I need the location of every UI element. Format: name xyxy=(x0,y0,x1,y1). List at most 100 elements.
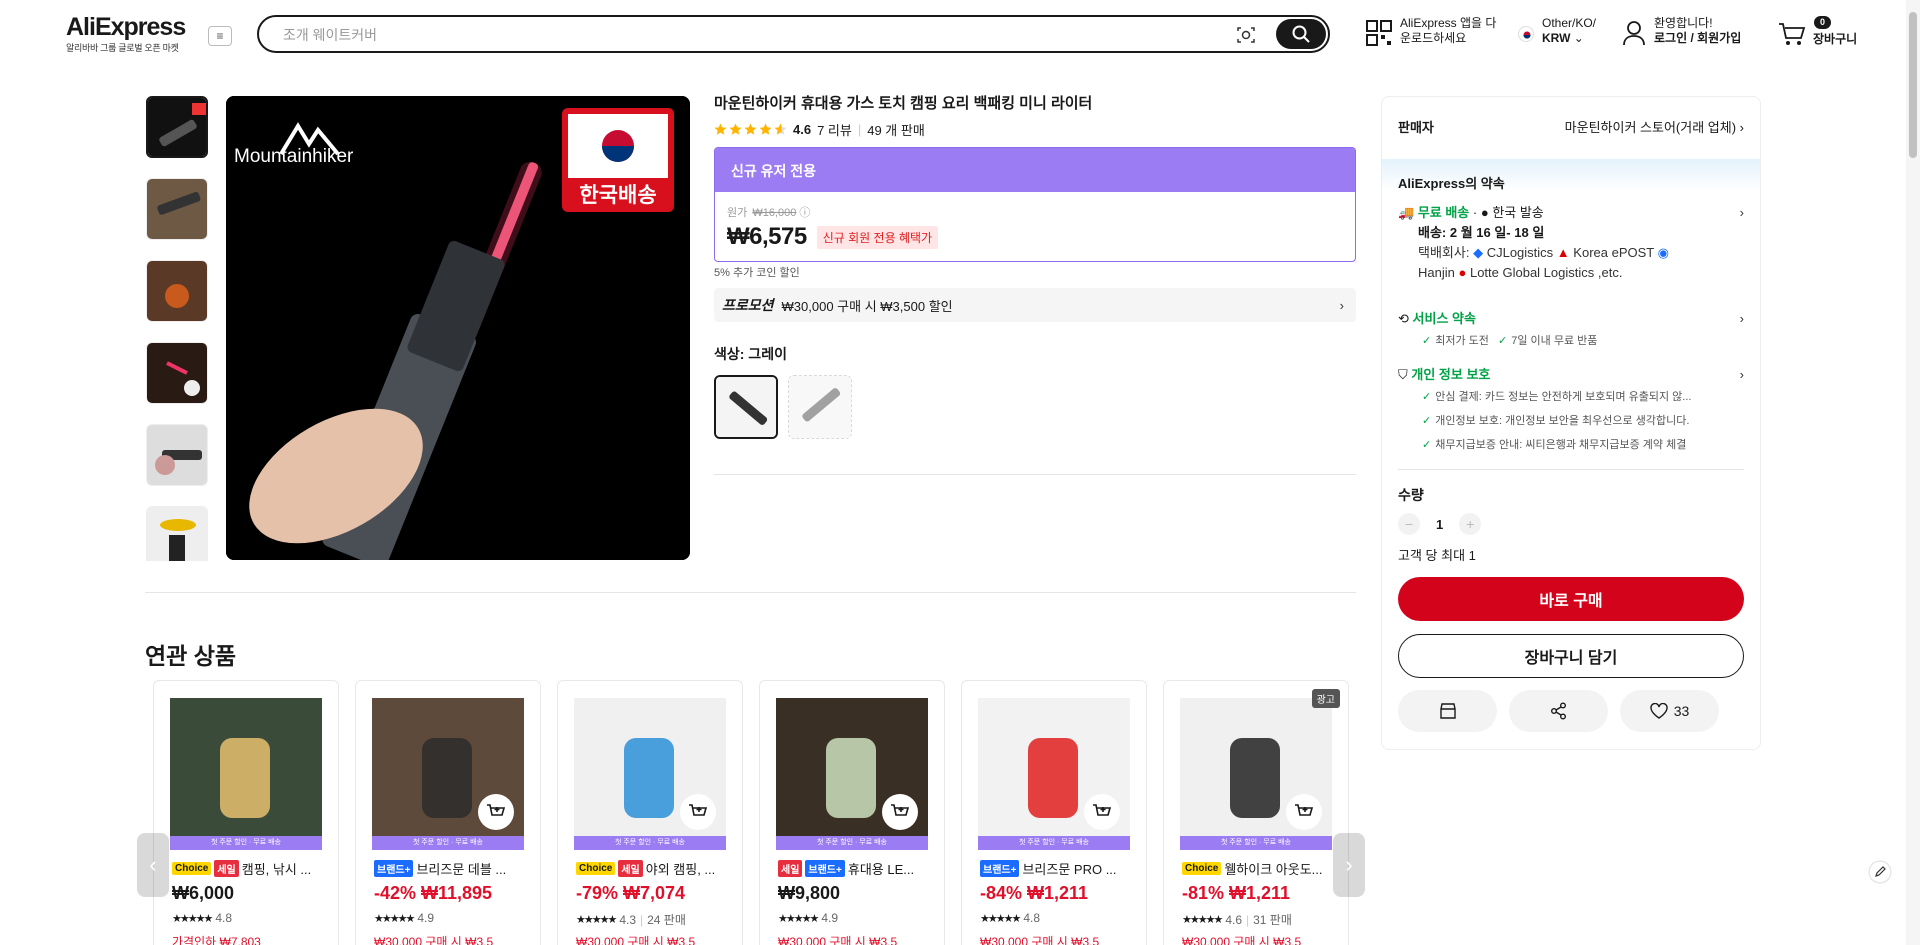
menu-icon[interactable]: ≡ xyxy=(208,26,232,46)
search-icon xyxy=(1292,25,1310,43)
card-price: -81% ₩1,211 xyxy=(1182,883,1291,903)
thumbnail-2[interactable] xyxy=(146,178,208,240)
deal-banner: 신규 유저 전용 xyxy=(715,148,1355,192)
privacy-section[interactable]: ⛉ 개인 정보 보호 › ✓ 안심 결제: 카드 정보는 안전하게 보호되며 유출되… xyxy=(1398,365,1744,457)
delivery-date: 배송: 2 월 16 일- 18 일 xyxy=(1418,225,1545,240)
badge: Choice xyxy=(576,862,616,875)
quantity-value[interactable]: 1 xyxy=(1436,517,1443,532)
cart-label: 장바구니 xyxy=(1813,32,1858,46)
product-card-image[interactable]: 첫 주문 할인 · 무료 배송 xyxy=(978,698,1130,850)
review-count[interactable]: 7 리뷰 xyxy=(817,120,852,139)
card-rating-value: 4.6 xyxy=(1225,912,1242,927)
card-rating: ★★★★★ 4.3 | 24 판매 xyxy=(576,912,686,928)
star-icon xyxy=(774,123,787,135)
add-to-cart-icon[interactable] xyxy=(1084,794,1120,830)
logo-text: AliExpress xyxy=(66,13,186,41)
promotion-row[interactable]: 프로모션 ₩30,000 구매 시 ₩3,500 할인 › xyxy=(714,288,1356,322)
rating-value: 4.6 xyxy=(793,122,812,137)
aliexpress-logo[interactable]: AliExpress 알리바바 그룹 글로벌 오픈 마켓 xyxy=(66,13,186,54)
cart-count-badge: 0 xyxy=(1814,16,1832,29)
original-label: 원가 xyxy=(727,207,748,219)
share-button[interactable] xyxy=(1509,690,1608,732)
color-option-gray[interactable] xyxy=(714,375,778,439)
login-link[interactable]: 로그인 / 회원가입 xyxy=(1654,31,1741,45)
service-section[interactable]: ⟲ 서비스 약속 › ✓ 최저가 도전 ✓ 7일 이내 무료 반품 xyxy=(1398,309,1744,353)
buy-now-button[interactable]: 바로 구매 xyxy=(1398,577,1744,621)
add-to-cart-icon[interactable] xyxy=(478,794,514,830)
purchase-panel: 판매자 마운틴하이커 스토어(거래 업체) › AliExpress의 약속 🚚… xyxy=(1381,96,1761,750)
card-promo: ₩30,000 구매 시 ₩3,5 xyxy=(980,935,1100,945)
wishlist-button[interactable]: 33 xyxy=(1620,690,1719,732)
add-to-cart-icon[interactable] xyxy=(680,794,716,830)
card-rating-value: 4.8 xyxy=(1023,911,1040,925)
original-price-row: 원가 ₩16,000 ⓘ xyxy=(727,204,1343,220)
card-promo: 가격인하 ₩7,803 xyxy=(172,935,261,945)
thumbnail-6[interactable] xyxy=(146,506,208,561)
product-card-image[interactable]: 첫 주문 할인 · 무료 배송 xyxy=(372,698,524,850)
chevron-right-icon: › xyxy=(1739,311,1744,326)
edit-icon[interactable] xyxy=(1868,860,1892,884)
seller-row[interactable]: 판매자 마운틴하이커 스토어(거래 업체) › xyxy=(1382,97,1760,159)
store-button[interactable] xyxy=(1398,690,1497,732)
color-swatches xyxy=(714,375,1356,439)
carrier-hanjin: Hanjin xyxy=(1418,265,1455,280)
scrollbar[interactable] xyxy=(1906,0,1920,945)
card-rating: ★★★★★ 4.8 xyxy=(980,911,1040,925)
thumbnail-4[interactable] xyxy=(146,342,208,404)
privacy-item-3: 채무지급보증 안내: 씨티은행과 채무지급보증 계약 체결 xyxy=(1435,439,1687,451)
card-rating-value: 4.3 xyxy=(619,912,636,927)
thumbnail-3[interactable] xyxy=(146,260,208,322)
promise-title: AliExpress의 약속 xyxy=(1398,176,1505,191)
card-name: 브리즈문 데블 ... xyxy=(416,862,507,877)
product-card[interactable]: 첫 주문 할인 · 무료 배송 브랜드+ 브리즈문 데블 ... -42% ₩11,8… xyxy=(355,680,541,945)
product-card[interactable]: 첫 주문 할인 · 무료 배송 브랜드+ 브리즈문 PRO ... -84% ₩1,2… xyxy=(961,680,1147,945)
card-band: 첫 주문 할인 · 무료 배송 xyxy=(372,836,524,850)
info-icon[interactable]: ⓘ xyxy=(799,207,810,219)
product-card[interactable]: 첫 주문 할인 · 무료 배송 Choice 세일 캠핑, 낚시 ... ₩6,000 ★… xyxy=(153,680,339,945)
chevron-right-icon: › xyxy=(1739,367,1744,382)
card-rating-value: 4.9 xyxy=(821,911,838,925)
product-card-image[interactable]: 첫 주문 할인 · 무료 배송 xyxy=(574,698,726,850)
add-to-cart-icon[interactable] xyxy=(882,794,918,830)
badge: Choice xyxy=(172,862,212,875)
region-text: Other/KO/ xyxy=(1542,16,1597,30)
thumbnail-1[interactable] xyxy=(146,96,208,158)
search-input[interactable]: 조개 웨이트커버 xyxy=(283,25,377,45)
korea-flag-icon xyxy=(1518,26,1534,42)
increase-button[interactable]: + xyxy=(1459,513,1482,535)
seller-name[interactable]: 마운틴하이커 스토어(거래 업체) xyxy=(1565,120,1736,135)
card-rating: ★★★★★ 4.6 | 31 판매 xyxy=(1182,912,1292,928)
add-to-cart-button[interactable]: 장바구니 담기 xyxy=(1398,634,1744,678)
divider xyxy=(1398,469,1744,470)
color-option-2[interactable] xyxy=(788,375,852,439)
search-button[interactable] xyxy=(1276,19,1326,49)
card-band: 첫 주문 할인 · 무료 배송 xyxy=(978,836,1130,850)
rating-stars xyxy=(714,123,787,136)
decrease-button[interactable]: − xyxy=(1398,513,1420,535)
product-card-image[interactable]: 첫 주문 할인 · 무료 배송 xyxy=(1180,698,1332,850)
color-label: 색상: 그레이 xyxy=(714,346,787,362)
cart-icon xyxy=(1779,23,1806,45)
product-card[interactable]: 첫 주문 할인 · 무료 배송 광고 Choice 웰하이크 아웃도... -81% ₩… xyxy=(1163,680,1349,945)
wishlist-count: 33 xyxy=(1673,703,1690,719)
product-card[interactable]: 첫 주문 할인 · 무료 배송 Choice 세일 야외 캠핑, ... -79% ₩7… xyxy=(557,680,743,945)
card-name: 휴대용 LE... xyxy=(847,862,915,877)
card-promo: ₩30,000 구매 시 ₩3,5 xyxy=(576,935,696,945)
add-to-cart-icon[interactable] xyxy=(1286,794,1322,830)
product-card-image[interactable]: 첫 주문 할인 · 무료 배송 xyxy=(170,698,322,850)
carousel-next-button[interactable]: › xyxy=(1333,833,1365,897)
product-card-image[interactable]: 첫 주문 할인 · 무료 배송 xyxy=(776,698,928,850)
card-band: 첫 주문 할인 · 무료 배송 xyxy=(776,836,928,850)
image-search-icon[interactable] xyxy=(1236,25,1256,45)
card-name: 캠핑, 낚시 ... xyxy=(241,862,312,877)
divider xyxy=(714,474,1356,475)
shipping-section[interactable]: 🚚 무료 배송 · ● 한국 발송 › 배송: 2 월 16 일- 18 일 택배… xyxy=(1398,203,1744,283)
scrollbar-thumb[interactable] xyxy=(1909,12,1917,158)
search-bar[interactable]: 조개 웨이트커버 xyxy=(257,15,1330,53)
carousel-prev-button[interactable]: ‹ xyxy=(137,833,169,897)
product-card[interactable]: 첫 주문 할인 · 무료 배송 세일 브랜드+ 휴대용 LE... ₩9,800 ★★★★… xyxy=(759,680,945,945)
main-product-image[interactable]: Mountainhiker 한국배송 xyxy=(226,96,690,560)
thumbnail-5[interactable] xyxy=(146,424,208,486)
card-sold: 24 판매 xyxy=(647,913,686,927)
image-badge-text: 한국배송 xyxy=(579,184,656,207)
